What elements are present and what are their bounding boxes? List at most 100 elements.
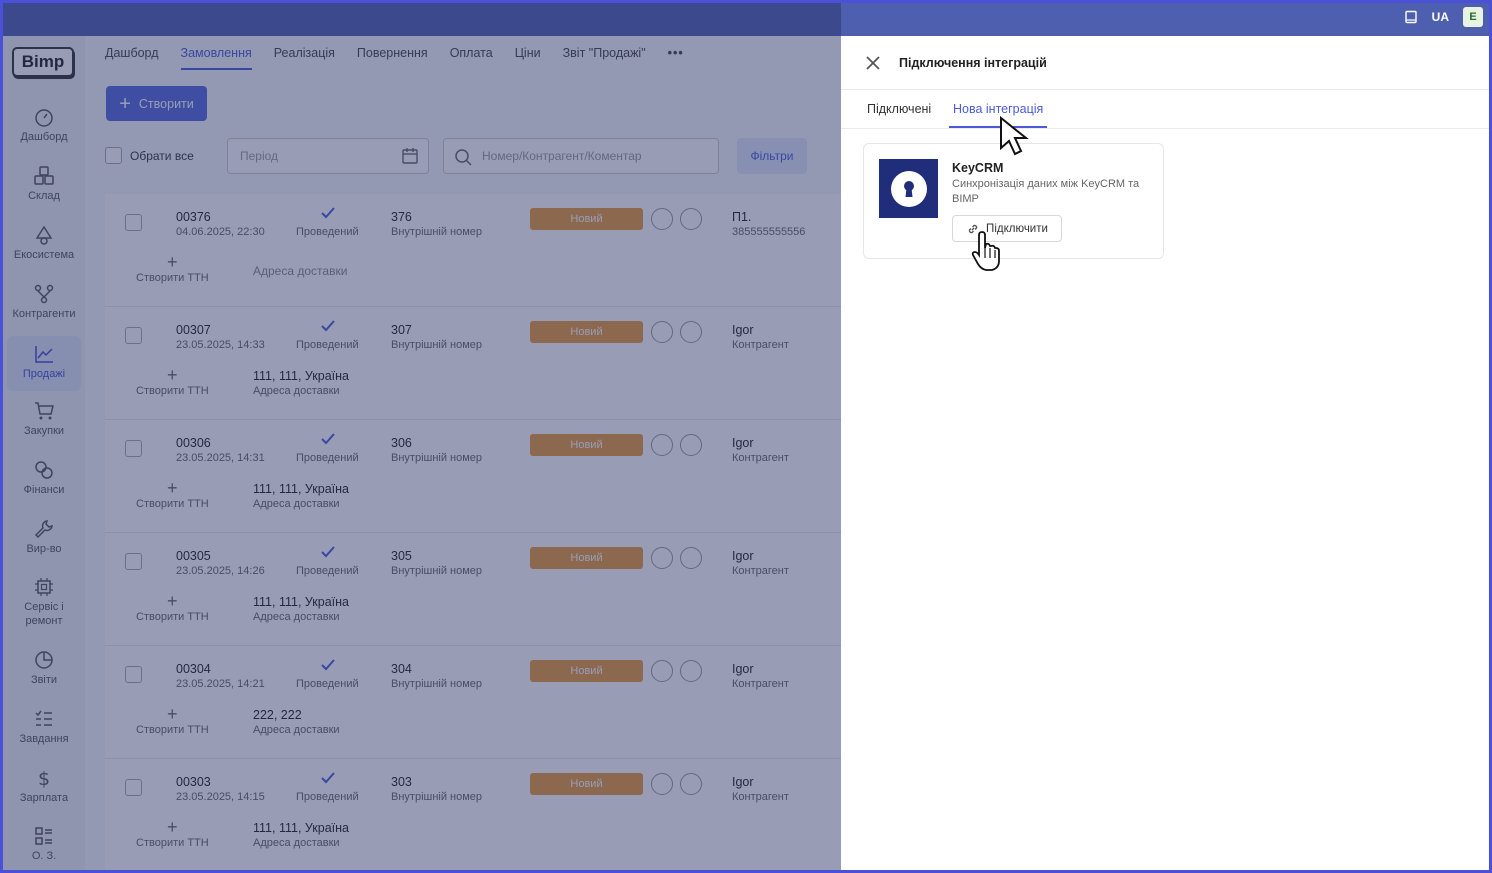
- table-row[interactable]: 00304 23.05.2025, 14:21 Проведений 304 В…: [105, 646, 841, 759]
- create-ttn-button[interactable]: Створити ТТН: [136, 385, 209, 397]
- sidebar-item-sales[interactable]: Продажі: [7, 336, 81, 391]
- status-circle[interactable]: [651, 547, 673, 569]
- status-badge[interactable]: Новий: [530, 321, 643, 343]
- more-tabs-button[interactable]: •••: [668, 46, 684, 70]
- delivery-address: 111, 111, Україна: [253, 595, 349, 609]
- language-switch[interactable]: UA: [1432, 10, 1449, 24]
- order-date: 23.05.2025, 14:26: [176, 565, 265, 577]
- sidebar-item-tasks[interactable]: Завдання: [7, 708, 81, 760]
- order-number[interactable]: 00306: [176, 436, 211, 450]
- plus-icon[interactable]: +: [167, 252, 178, 273]
- row-checkbox[interactable]: [125, 553, 142, 570]
- sidebar-item-purchases[interactable]: Закупки: [7, 400, 81, 452]
- connect-button[interactable]: Підключити: [952, 215, 1062, 242]
- table-row[interactable]: 00303 23.05.2025, 14:15 Проведений 303 В…: [105, 759, 841, 870]
- tab-orders[interactable]: Замовлення: [180, 46, 252, 70]
- status-circle[interactable]: [651, 321, 673, 343]
- status-badge[interactable]: Новий: [530, 660, 643, 682]
- create-button[interactable]: + Створити: [106, 86, 207, 121]
- status-circle[interactable]: [651, 208, 673, 230]
- sidebar-item-label: Зарплата: [19, 792, 69, 804]
- table-row[interactable]: 00307 23.05.2025, 14:33 Проведений 307 В…: [105, 307, 841, 420]
- sidebar-item-contractors[interactable]: Контрагенти: [7, 283, 81, 335]
- order-date: 04.06.2025, 22:30: [176, 226, 265, 238]
- status-circle[interactable]: [680, 547, 702, 569]
- sidebar-item-ecosystem[interactable]: Екосистема: [7, 224, 81, 276]
- status-circle[interactable]: [651, 434, 673, 456]
- chart-line-icon: [35, 346, 53, 363]
- status-circle[interactable]: [651, 660, 673, 682]
- status-badge[interactable]: Новий: [530, 434, 643, 456]
- tab-realization[interactable]: Реалізація: [274, 46, 335, 70]
- sidebar-item-reports[interactable]: Звіти: [7, 649, 81, 701]
- sidebar-item-assets[interactable]: О. З.: [7, 825, 81, 870]
- status-circle[interactable]: [680, 773, 702, 795]
- check-icon: [321, 433, 335, 445]
- tab-dashboard[interactable]: Дашборд: [105, 46, 159, 70]
- filters-button[interactable]: Фільтри: [737, 138, 807, 174]
- row-checkbox[interactable]: [125, 440, 142, 457]
- status-circle[interactable]: [651, 773, 673, 795]
- create-ttn-button[interactable]: Створити ТТН: [136, 498, 209, 510]
- contractor-name: Igor: [732, 549, 754, 563]
- sidebar-item-label: Вир-во: [26, 543, 62, 555]
- table-row[interactable]: 00376 04.06.2025, 22:30 Проведений 376 В…: [105, 194, 841, 307]
- logo[interactable]: Bimp: [12, 47, 74, 77]
- status-circle[interactable]: [680, 321, 702, 343]
- sidebar-item-warehouse[interactable]: Склад: [7, 165, 81, 217]
- close-icon[interactable]: [865, 55, 881, 71]
- status-circle[interactable]: [680, 660, 702, 682]
- check-icon: [321, 546, 335, 558]
- plus-icon[interactable]: +: [167, 817, 178, 838]
- sidebar-item-salary[interactable]: $ Зарплата: [7, 767, 81, 819]
- period-field[interactable]: Період: [227, 138, 429, 174]
- status-circle[interactable]: [680, 434, 702, 456]
- book-icon[interactable]: [1404, 10, 1418, 24]
- contractor-name: Igor: [732, 436, 754, 450]
- table-row[interactable]: 00305 23.05.2025, 14:26 Проведений 305 В…: [105, 533, 841, 646]
- internal-number: 304: [391, 662, 412, 676]
- order-date: 23.05.2025, 14:21: [176, 678, 265, 690]
- status-badge[interactable]: Новий: [530, 773, 643, 795]
- row-checkbox[interactable]: [125, 666, 142, 683]
- create-ttn-button[interactable]: Створити ТТН: [136, 611, 209, 623]
- create-ttn-button[interactable]: Створити ТТН: [136, 724, 209, 736]
- tab-connected[interactable]: Підключені: [867, 102, 931, 126]
- plus-icon[interactable]: +: [167, 704, 178, 725]
- order-status: Проведений: [296, 791, 359, 803]
- order-number[interactable]: 00376: [176, 210, 211, 224]
- tab-sales-report[interactable]: Звіт "Продажі": [563, 46, 646, 70]
- tab-prices[interactable]: Ціни: [515, 46, 541, 70]
- sidebar-item-production[interactable]: Вир-во: [7, 518, 81, 570]
- plus-icon[interactable]: +: [167, 365, 178, 386]
- status-badge[interactable]: Новий: [530, 547, 643, 569]
- table-row[interactable]: 00306 23.05.2025, 14:31 Проведений 306 В…: [105, 420, 841, 533]
- row-checkbox[interactable]: [125, 214, 142, 231]
- sidebar-item-finance[interactable]: Фінанси: [7, 459, 81, 511]
- order-number[interactable]: 00304: [176, 662, 211, 676]
- sidebar-item-service[interactable]: Сервіс і ремонт: [7, 576, 81, 628]
- order-number[interactable]: 00307: [176, 323, 211, 337]
- check-icon: [321, 772, 335, 784]
- plus-icon[interactable]: +: [167, 478, 178, 499]
- select-all-checkbox[interactable]: [105, 147, 122, 164]
- order-number[interactable]: 00305: [176, 549, 211, 563]
- row-checkbox[interactable]: [125, 327, 142, 344]
- delivery-address-label: Адреса доставки: [253, 264, 348, 278]
- row-checkbox[interactable]: [125, 779, 142, 796]
- create-ttn-button[interactable]: Створити ТТН: [136, 272, 209, 284]
- calendar-icon[interactable]: [401, 147, 419, 165]
- avatar[interactable]: E: [1463, 7, 1483, 27]
- order-number[interactable]: 00303: [176, 775, 211, 789]
- status-badge[interactable]: Новий: [530, 208, 643, 230]
- sidebar-item-label: Звіти: [30, 674, 58, 686]
- search-input[interactable]: Номер/Контрагент/Коментар: [443, 138, 719, 174]
- create-ttn-button[interactable]: Створити ТТН: [136, 837, 209, 849]
- plus-icon[interactable]: +: [167, 591, 178, 612]
- tab-payment[interactable]: Оплата: [450, 46, 493, 70]
- select-all[interactable]: Обрати все: [105, 147, 194, 164]
- sidebar-item-dashboard[interactable]: Дашборд: [7, 106, 81, 158]
- orders-list: 00376 04.06.2025, 22:30 Проведений 376 В…: [105, 194, 841, 870]
- tab-returns[interactable]: Повернення: [357, 46, 428, 70]
- status-circle[interactable]: [680, 208, 702, 230]
